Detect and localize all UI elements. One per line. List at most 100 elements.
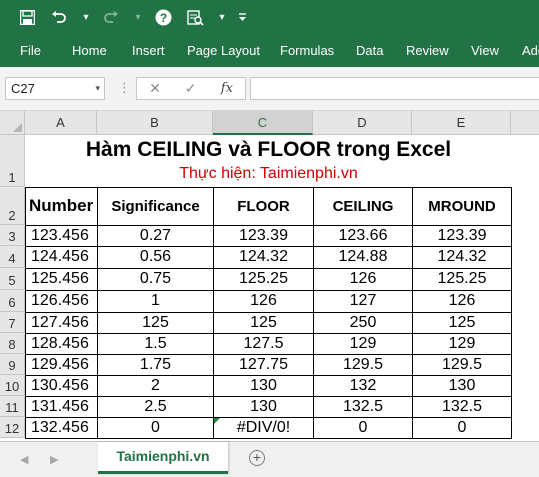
cell-ceiling[interactable]: 123.66	[313, 224, 413, 247]
cell-ceiling[interactable]: 124.88	[313, 245, 413, 269]
cell-mround[interactable]: 129	[412, 332, 512, 355]
row-header-9[interactable]: 9	[0, 354, 25, 375]
cell-mround[interactable]: 126	[412, 289, 512, 313]
cell-number[interactable]: 123.456	[25, 224, 98, 247]
sheet-tab-taimienphi[interactable]: Taimienphi.vn	[98, 442, 228, 474]
cell-mround[interactable]: 124.32	[412, 245, 512, 269]
column-header-d[interactable]: D	[313, 111, 412, 135]
column-header-b[interactable]: B	[97, 111, 213, 135]
tab-page-layout[interactable]: Page Layout	[187, 43, 260, 58]
cell-number[interactable]: 125.456	[25, 267, 98, 291]
header-significance[interactable]: Significance	[97, 186, 214, 226]
cell-number[interactable]: 129.456	[25, 353, 98, 376]
cell-ceiling[interactable]: 126	[313, 267, 413, 291]
header-mround[interactable]: MROUND	[412, 186, 512, 226]
tab-insert[interactable]: Insert	[132, 43, 165, 58]
enter-icon[interactable]: ✓	[185, 80, 197, 97]
row-header-7[interactable]: 7	[0, 312, 25, 333]
cell-ceiling[interactable]: 132	[313, 374, 413, 397]
row-header-12[interactable]: 12	[0, 417, 25, 438]
cell-number[interactable]: 127.456	[25, 311, 98, 334]
row-header-4[interactable]: 4	[0, 246, 25, 268]
formula-bar-grip-icon[interactable]: ⋮	[118, 80, 131, 96]
cell-significance[interactable]: 125	[97, 311, 214, 334]
sheet-nav-next-icon[interactable]: ▶	[50, 453, 58, 466]
cell-mround[interactable]: 129.5	[412, 353, 512, 376]
print-preview-dropdown-icon[interactable]: ▾	[216, 7, 228, 29]
header-ceiling[interactable]: CEILING	[313, 186, 413, 226]
cell-number[interactable]: 128.456	[25, 332, 98, 355]
cell-significance[interactable]: 1.75	[97, 353, 214, 376]
row-header-3[interactable]: 3	[0, 225, 25, 246]
cell-significance[interactable]: 0.75	[97, 267, 214, 291]
tab-add[interactable]: Add	[522, 43, 539, 58]
column-header-f[interactable]	[511, 111, 539, 135]
cell-significance[interactable]: 1	[97, 289, 214, 313]
cell-number[interactable]: 126.456	[25, 289, 98, 313]
cell-significance[interactable]: 0	[97, 416, 214, 439]
tab-view[interactable]: View	[471, 43, 499, 58]
undo-icon[interactable]	[48, 7, 70, 29]
cell-number[interactable]: 124.456	[25, 245, 98, 269]
header-number[interactable]: Number	[25, 186, 98, 226]
redo-icon[interactable]	[100, 7, 122, 29]
cell-floor-error[interactable]: #DIV/0!	[213, 416, 314, 439]
cell-floor[interactable]: 130	[213, 395, 314, 418]
cell-floor[interactable]: 123.39	[213, 224, 314, 247]
cell-ceiling[interactable]: 129.5	[313, 353, 413, 376]
row-header-1[interactable]: 1	[0, 135, 25, 187]
print-preview-icon[interactable]	[184, 7, 206, 29]
cell-ceiling[interactable]: 0	[313, 416, 413, 439]
cell-significance[interactable]: 1.5	[97, 332, 214, 355]
tab-home[interactable]: Home	[72, 43, 107, 58]
row-header-6[interactable]: 6	[0, 290, 25, 312]
cell-floor[interactable]: 127.5	[213, 332, 314, 355]
name-box[interactable]: C27 ▾	[5, 77, 105, 100]
cell-mround[interactable]: 130	[412, 374, 512, 397]
tab-review[interactable]: Review	[406, 43, 449, 58]
undo-dropdown-icon[interactable]: ▾	[80, 7, 92, 29]
row-header-11[interactable]: 11	[0, 396, 25, 417]
cell-ceiling[interactable]: 132.5	[313, 395, 413, 418]
customize-qat-icon[interactable]	[236, 7, 248, 29]
cell-mround[interactable]: 125	[412, 311, 512, 334]
sheet-nav-prev-icon[interactable]: ◀	[20, 453, 28, 466]
row-header-10[interactable]: 10	[0, 375, 25, 396]
tab-data[interactable]: Data	[356, 43, 383, 58]
row-header-8[interactable]: 8	[0, 333, 25, 354]
cell-mround[interactable]: 132.5	[412, 395, 512, 418]
cell-floor[interactable]: 125	[213, 311, 314, 334]
cell-mround[interactable]: 123.39	[412, 224, 512, 247]
header-floor[interactable]: FLOOR	[213, 186, 314, 226]
cell-ceiling[interactable]: 127	[313, 289, 413, 313]
name-box-dropdown-icon[interactable]: ▾	[95, 78, 100, 99]
cell-significance[interactable]: 2	[97, 374, 214, 397]
title-cell[interactable]: Hàm CEILING và FLOOR trong Excel Thực hi…	[25, 135, 512, 188]
row-header-5[interactable]: 5	[0, 268, 25, 290]
row-header-2[interactable]: 2	[0, 187, 25, 225]
cell-ceiling[interactable]: 129	[313, 332, 413, 355]
redo-dropdown-icon[interactable]: ▾	[132, 7, 144, 29]
cancel-icon[interactable]: ✕	[149, 80, 161, 97]
insert-function-icon[interactable]: fx	[221, 81, 233, 96]
cell-number[interactable]: 130.456	[25, 374, 98, 397]
add-sheet-icon[interactable]: +	[249, 450, 265, 466]
cell-significance[interactable]: 2.5	[97, 395, 214, 418]
cell-ceiling[interactable]: 250	[313, 311, 413, 334]
cell-floor[interactable]: 127.75	[213, 353, 314, 376]
formula-input[interactable]	[250, 77, 539, 100]
select-all-corner[interactable]	[0, 111, 25, 135]
cell-number[interactable]: 131.456	[25, 395, 98, 418]
cell-number[interactable]: 132.456	[25, 416, 98, 439]
cell-mround[interactable]: 0	[412, 416, 512, 439]
cell-significance[interactable]: 0.27	[97, 224, 214, 247]
cell-significance[interactable]: 0.56	[97, 245, 214, 269]
tab-formulas[interactable]: Formulas	[280, 43, 334, 58]
cell-mround[interactable]: 125.25	[412, 267, 512, 291]
save-icon[interactable]	[16, 7, 38, 29]
cell-floor[interactable]: 125.25	[213, 267, 314, 291]
column-header-a[interactable]: A	[25, 111, 97, 135]
cell-floor[interactable]: 124.32	[213, 245, 314, 269]
column-header-c[interactable]: C	[213, 111, 313, 135]
tab-file[interactable]: File	[20, 43, 41, 58]
